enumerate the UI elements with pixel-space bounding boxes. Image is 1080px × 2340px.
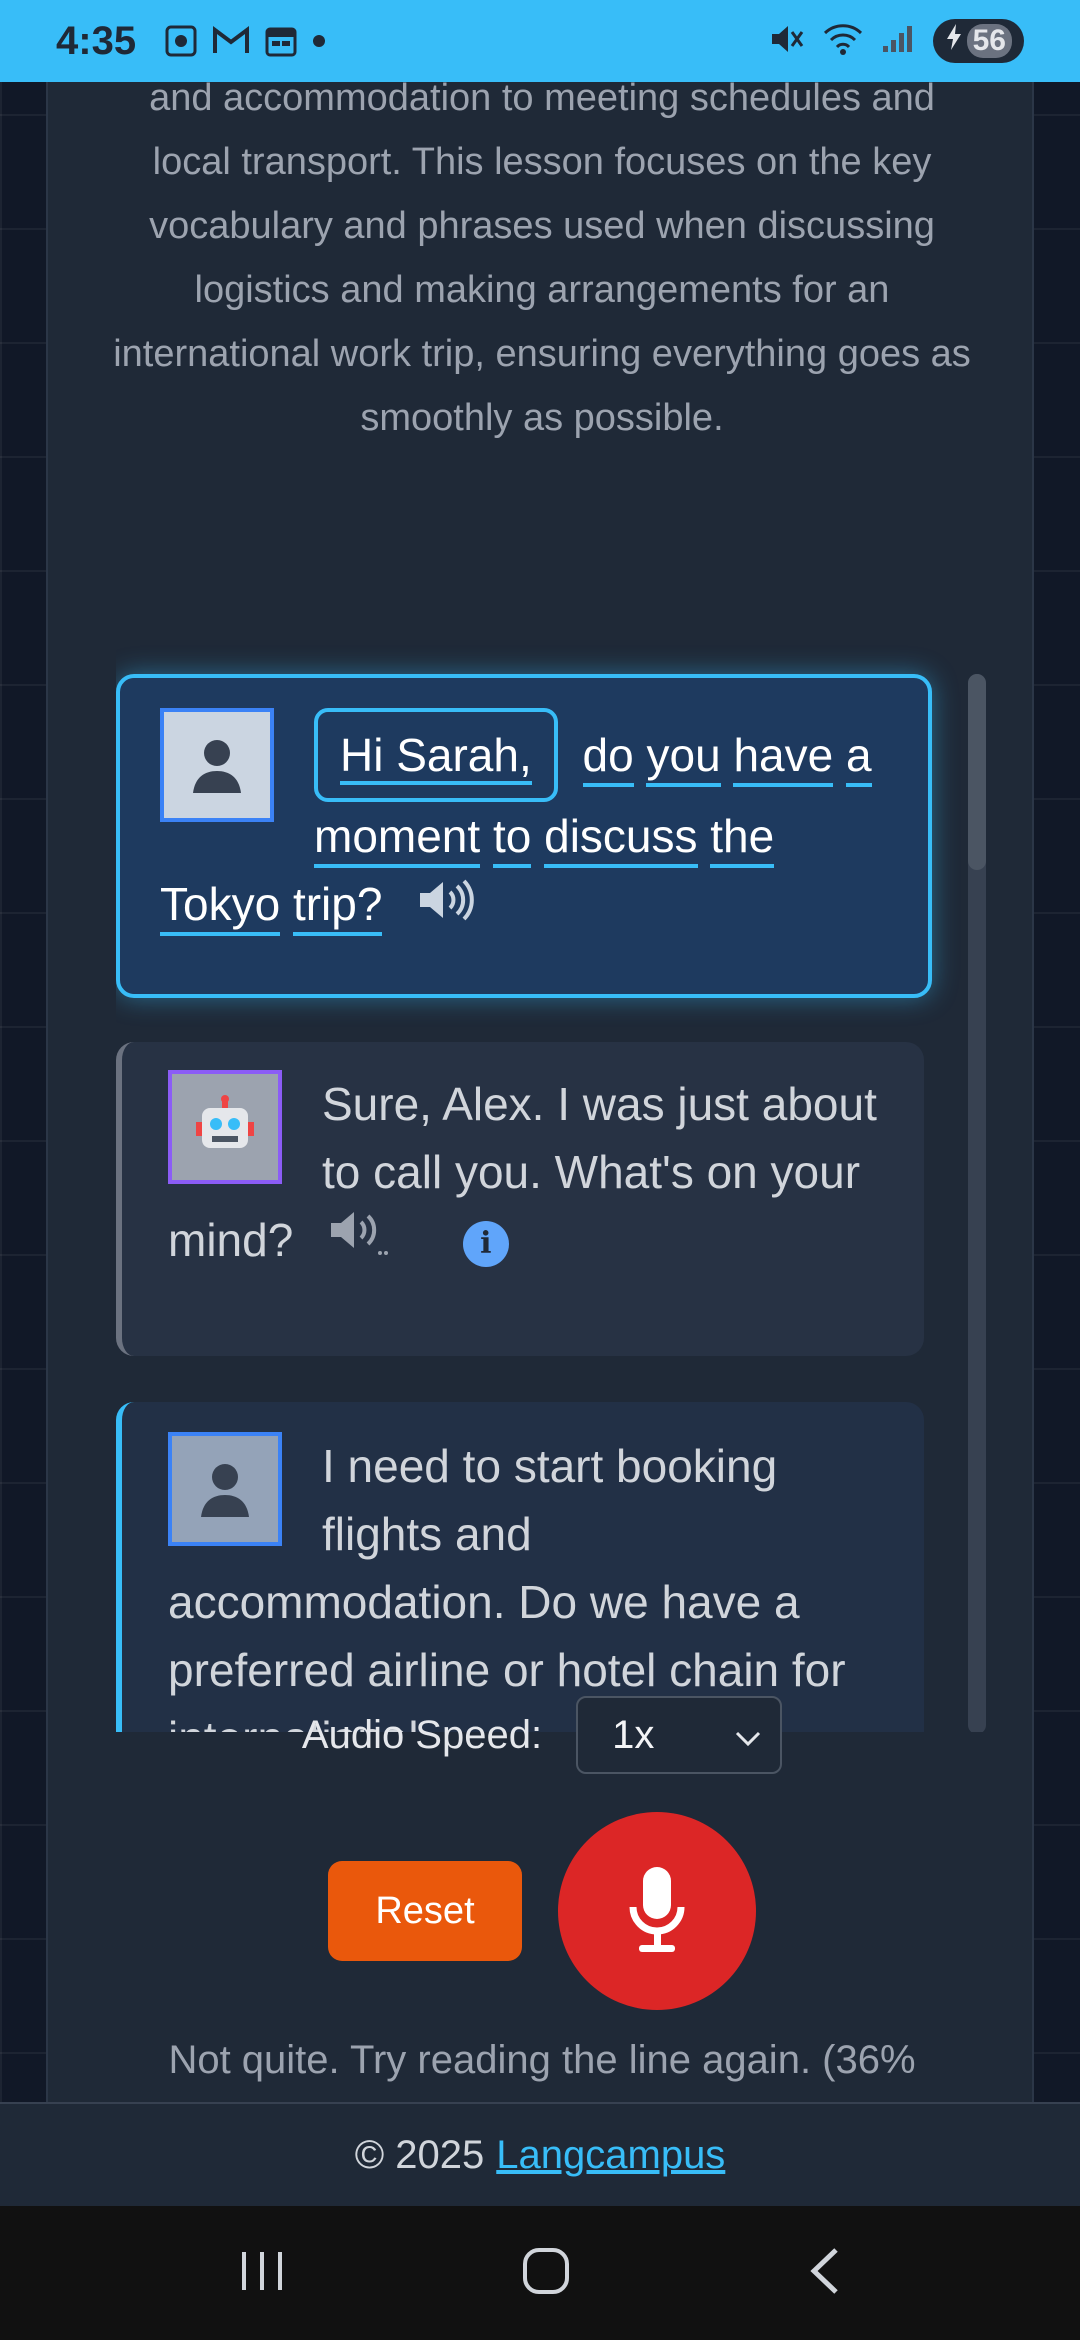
microphone-button[interactable] — [558, 1812, 756, 2010]
copyright-text: © 2025 — [354, 2132, 485, 2177]
charging-icon — [945, 23, 963, 59]
word[interactable]: the — [710, 810, 775, 868]
message-bot: Sure, Alex. I was just about to call you… — [116, 1042, 924, 1356]
speaker-icon[interactable] — [417, 874, 477, 942]
audio-speed-row: Audio Speed: 1x — [48, 1696, 1036, 1774]
scrollbar-thumb[interactable] — [968, 674, 986, 870]
message-user-active[interactable]: Hi Sarah, do you have a moment to discus… — [116, 674, 932, 998]
mute-icon — [769, 22, 805, 61]
word[interactable]: moment — [314, 810, 481, 868]
langcampus-link[interactable]: Langcampus — [496, 2133, 725, 2178]
notification-icons — [164, 24, 326, 58]
footer: © 2025 Langcampus — [0, 2102, 1080, 2206]
word[interactable]: trip? — [292, 878, 383, 936]
feedback-message: Not quite. Try reading the line again. (… — [168, 2038, 916, 2082]
status-bar: 4:35 56 — [0, 0, 1080, 82]
word[interactable]: have — [733, 729, 834, 787]
screenshot-icon — [164, 24, 198, 58]
battery-indicator: 56 — [932, 19, 1024, 63]
word[interactable]: you — [646, 729, 721, 787]
action-buttons: Reset — [48, 1812, 1036, 2010]
status-right: 56 — [769, 19, 1024, 63]
wifi-icon — [823, 23, 863, 60]
word[interactable]: do — [582, 729, 634, 787]
speaker-loading-icon[interactable] — [328, 1209, 394, 1278]
highlighted-word[interactable]: Hi Sarah, — [314, 708, 558, 802]
gmail-icon — [212, 26, 250, 56]
word[interactable]: a — [845, 729, 872, 787]
chevron-down-icon — [734, 1713, 762, 1758]
microphone-icon — [629, 1867, 685, 1952]
message-user[interactable]: I need to start booking flights and acco… — [116, 1402, 924, 1732]
recent-apps-icon[interactable] — [238, 2248, 286, 2299]
word[interactable]: discuss — [544, 810, 698, 868]
word[interactable]: to — [492, 810, 532, 868]
status-time: 4:35 — [56, 18, 137, 63]
battery-level: 56 — [966, 24, 1012, 58]
user-avatar — [160, 708, 274, 822]
home-icon[interactable] — [521, 2246, 571, 2301]
audio-speed-value: 1x — [612, 1712, 655, 1757]
calendar-icon — [264, 24, 298, 58]
dot-icon — [312, 34, 326, 48]
bot-avatar — [168, 1070, 282, 1184]
signal-icon — [881, 24, 915, 59]
conversation-list[interactable]: Hi Sarah, do you have a moment to discus… — [116, 590, 986, 1732]
reset-button[interactable]: Reset — [328, 1861, 522, 1961]
audio-speed-select[interactable]: 1x — [576, 1696, 783, 1774]
lesson-intro: and accommodation to meeting schedules a… — [113, 77, 971, 439]
user-avatar — [168, 1432, 282, 1546]
back-icon[interactable] — [806, 2246, 842, 2301]
scrollbar[interactable] — [968, 674, 986, 1732]
audio-speed-label: Audio Speed: — [301, 1712, 543, 1757]
info-icon[interactable]: i — [462, 1220, 509, 1267]
system-nav-bar — [0, 2206, 1080, 2340]
word[interactable]: Tokyo — [160, 878, 281, 936]
lesson-card: and accommodation to meeting schedules a… — [46, 77, 1036, 2102]
